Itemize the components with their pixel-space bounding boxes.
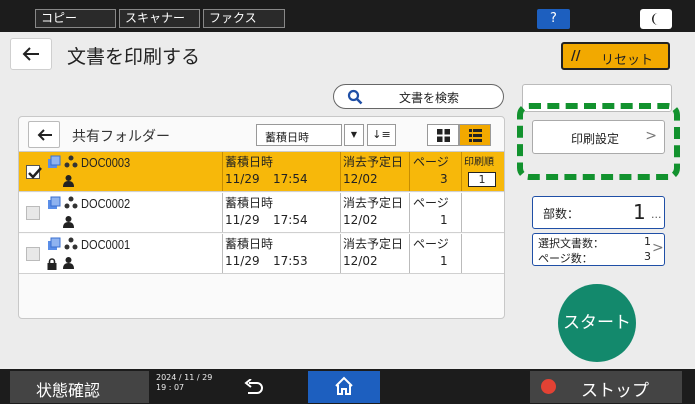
pages-value: 3 <box>440 172 448 186</box>
grid-view-button[interactable] <box>427 124 459 146</box>
document-icon <box>48 155 61 168</box>
date-text: 2024 / 11 / 29 <box>156 373 213 382</box>
moon-icon <box>652 13 658 25</box>
share-icon <box>64 196 78 209</box>
check-icon <box>28 167 42 179</box>
user-icon <box>63 257 74 269</box>
folder-back-button[interactable] <box>28 121 60 148</box>
share-icon <box>64 237 78 250</box>
back-arrow-icon <box>22 47 39 61</box>
bottom-bar: 状態確認 2024 / 11 / 29 19 : 07 ストップ <box>0 369 695 404</box>
document-name: DOC0003 <box>81 155 131 170</box>
tab-copy[interactable]: コピー <box>35 9 116 28</box>
highlight-frame <box>517 103 680 180</box>
print-order-badge: 1 <box>468 172 496 187</box>
stored-label: 蓄積日時 <box>225 155 274 169</box>
home-button[interactable] <box>308 371 380 403</box>
document-row[interactable]: DOC0001 蓄積日時 11/29 17:53 消去予定日 12/02 ページ… <box>19 234 504 274</box>
page-count-label: ページ数： <box>538 252 593 265</box>
stored-date: 11/29 <box>225 213 260 227</box>
folder-title: 共有フォルダー <box>72 129 170 145</box>
start-button[interactable]: スタート <box>558 284 636 362</box>
grid-icon <box>437 129 450 142</box>
datetime: 2024 / 11 / 29 19 : 07 <box>156 373 212 393</box>
pages-label: ページ <box>413 155 449 169</box>
search-documents-button[interactable]: 文書を検索 <box>333 84 504 109</box>
share-icon <box>64 155 78 168</box>
back-arrow-icon <box>37 129 52 141</box>
stored-time: 17:54 <box>273 213 308 227</box>
sort-label: 蓄積日時 <box>265 131 309 144</box>
reset-label: リセット <box>601 53 654 68</box>
copies-field[interactable]: 部数： 1 ... <box>532 196 665 229</box>
eco-mode-button[interactable] <box>640 9 672 29</box>
document-list: 共有フォルダー 蓄積日時 ▼ ↓≡ DOC0003 蓄積日時 11/29 17:… <box>18 116 505 319</box>
list-view-button[interactable] <box>459 124 491 146</box>
delete-label: 消去予定日 <box>343 237 404 251</box>
user-icon <box>63 175 74 187</box>
page-title: 文書を印刷する <box>67 46 201 68</box>
stop-button[interactable]: ストップ <box>530 371 682 403</box>
sort-order-button[interactable]: ↓≡ <box>367 124 396 146</box>
list-icon <box>469 129 482 142</box>
user-icon <box>63 216 74 228</box>
list-header: 共有フォルダー 蓄積日時 ▼ ↓≡ <box>19 117 504 152</box>
order-label: 印刷順 <box>464 157 494 168</box>
delete-date: 12/02 <box>343 213 378 227</box>
sort-select[interactable]: 蓄積日時 <box>256 124 342 146</box>
help-button[interactable]: ? <box>537 9 570 29</box>
stored-time: 17:54 <box>273 172 308 186</box>
home-icon <box>335 376 353 395</box>
row-checkbox[interactable] <box>26 247 40 261</box>
row-checkbox[interactable] <box>26 206 40 220</box>
back-button[interactable] <box>10 38 52 70</box>
delete-label: 消去予定日 <box>343 155 404 169</box>
dropdown-arrow-icon[interactable]: ▼ <box>344 124 364 146</box>
stop-label: ストップ <box>581 381 649 401</box>
undo-icon <box>244 379 263 394</box>
pages-label: ページ <box>413 237 449 251</box>
time-text: 19 : 07 <box>156 383 185 392</box>
selected-docs-label: 選択文書数： <box>538 237 604 250</box>
stored-label: 蓄積日時 <box>225 196 274 210</box>
chevron-right-icon: > <box>652 240 664 256</box>
undo-button[interactable] <box>230 371 290 403</box>
pages-value: 1 <box>440 213 448 227</box>
page-count-value: 3 <box>644 250 651 263</box>
delete-date: 12/02 <box>343 172 378 186</box>
status-label: 状態確認 <box>36 381 101 400</box>
search-icon <box>347 89 363 105</box>
stored-label: 蓄積日時 <box>225 237 274 251</box>
delete-date: 12/02 <box>343 254 378 268</box>
more-icon: ... <box>651 208 662 221</box>
copies-label: 部数： <box>543 207 580 221</box>
document-name: DOC0001 <box>81 237 131 252</box>
status-check-button[interactable]: 状態確認 <box>10 371 149 403</box>
lock-icon <box>47 258 57 270</box>
delete-label: 消去予定日 <box>343 196 404 210</box>
stored-date: 11/29 <box>225 254 260 268</box>
top-bar: コピー スキャナー ファクス ? <box>0 0 695 32</box>
document-name: DOC0002 <box>81 196 131 211</box>
row-checkbox[interactable] <box>26 165 42 179</box>
stored-date: 11/29 <box>225 172 260 186</box>
stored-time: 17:53 <box>273 254 308 268</box>
document-icon <box>48 237 61 250</box>
reset-button[interactable]: // リセット <box>561 42 670 70</box>
reset-icon: // <box>571 49 581 64</box>
document-row[interactable]: DOC0002 蓄積日時 11/29 17:54 消去予定日 12/02 ページ… <box>19 193 504 233</box>
selected-docs-value: 1 <box>644 235 651 248</box>
stop-icon <box>541 379 556 394</box>
tab-scanner[interactable]: スキャナー <box>119 9 200 28</box>
copies-value: 1 <box>633 200 646 224</box>
pages-value: 1 <box>440 254 448 268</box>
document-row[interactable]: DOC0003 蓄積日時 11/29 17:54 消去予定日 12/02 ページ… <box>19 152 504 192</box>
selection-summary-button[interactable]: 選択文書数： ページ数： 1 3 > <box>532 233 665 266</box>
search-label: 文書を検索 <box>399 91 460 105</box>
pages-label: ページ <box>413 196 449 210</box>
tab-fax[interactable]: ファクス <box>203 9 285 28</box>
document-icon <box>48 196 61 209</box>
